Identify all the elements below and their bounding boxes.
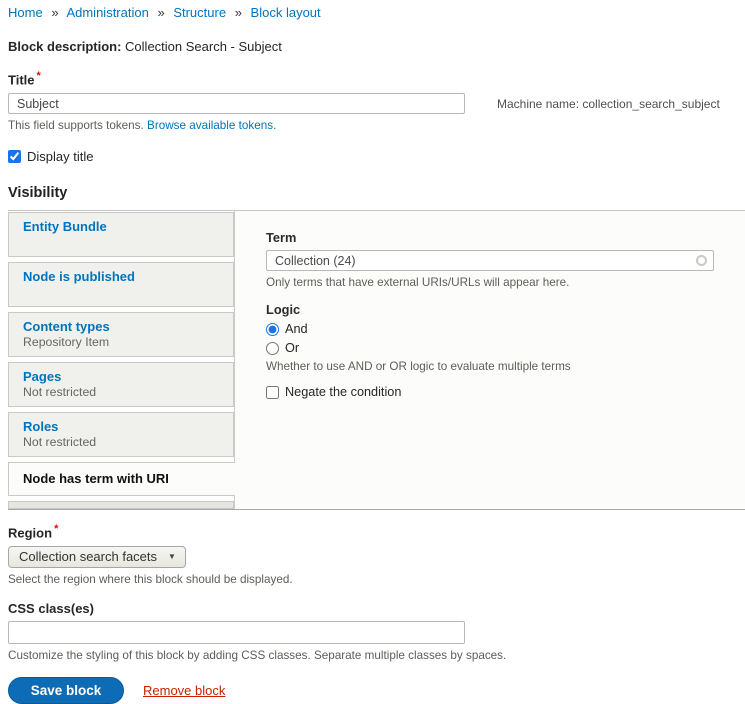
block-description-label: Block description: — [8, 39, 121, 54]
negate-condition-label[interactable]: Negate the condition — [285, 385, 401, 399]
region-description: Select the region where this block shoul… — [8, 573, 737, 586]
css-classes-input[interactable] — [8, 621, 465, 644]
autocomplete-throbber-icon — [696, 255, 707, 266]
tab-summary — [23, 235, 225, 250]
breadcrumb-separator: » — [235, 5, 242, 20]
tab-label: Entity Bundle — [23, 219, 225, 235]
breadcrumb-link-administration[interactable]: Administration — [66, 5, 148, 20]
title-label: Title* — [8, 70, 737, 87]
required-marker: * — [37, 70, 41, 82]
term-autocomplete-input[interactable] — [266, 250, 714, 271]
display-title-checkbox[interactable] — [8, 150, 21, 163]
tab-summary — [23, 285, 225, 300]
save-block-button[interactable]: Save block — [8, 677, 124, 704]
title-description-text: This field supports tokens. — [8, 119, 144, 132]
tab-summary: Repository Item — [23, 335, 225, 350]
tab-node-is-published[interactable]: Node is published — [8, 262, 234, 307]
logic-or-label[interactable]: Or — [285, 341, 299, 355]
tab-pages[interactable]: Pages Not restricted — [8, 362, 234, 407]
logic-or-radio[interactable] — [266, 342, 279, 355]
logic-and-label[interactable]: And — [285, 322, 308, 336]
visibility-tab-panel: Term Only terms that have external URIs/… — [234, 211, 745, 509]
block-description: Block description: Collection Search - S… — [8, 39, 737, 54]
title-description: This field supports tokens. Browse avail… — [8, 119, 737, 132]
negate-row: Negate the condition — [266, 385, 729, 399]
tab-entity-bundle[interactable]: Entity Bundle — [8, 212, 234, 257]
breadcrumb-link-structure[interactable]: Structure — [173, 5, 226, 20]
logic-and-row: And — [266, 322, 729, 336]
tab-content-types[interactable]: Content types Repository Item — [8, 312, 234, 357]
visibility-tabs-menu: Entity Bundle Node is published Content … — [8, 211, 234, 509]
display-title-row: Display title — [8, 149, 737, 164]
logic-and-radio[interactable] — [266, 323, 279, 336]
display-title-label[interactable]: Display title — [27, 149, 93, 164]
region-label-text: Region — [8, 526, 52, 541]
breadcrumb-link-home[interactable]: Home — [8, 5, 43, 20]
tab-label: Content types — [23, 319, 225, 335]
css-classes-description: Customize the styling of this block by a… — [8, 649, 737, 662]
tab-roles[interactable]: Roles Not restricted — [8, 412, 234, 457]
logic-or-row: Or — [266, 341, 729, 355]
block-description-value: Collection Search - Subject — [125, 39, 282, 54]
machine-name-text: Machine name: collection_search_subject — [497, 97, 720, 111]
region-select[interactable]: Collection search facets ▼ — [8, 546, 186, 568]
logic-description: Whether to use AND or OR logic to evalua… — [266, 360, 729, 373]
term-label: Term — [266, 230, 729, 245]
chevron-down-icon: ▼ — [168, 552, 176, 561]
tab-label: Roles — [23, 419, 225, 435]
css-classes-label: CSS class(es) — [8, 601, 737, 616]
title-label-text: Title — [8, 72, 35, 87]
tab-label: Node is published — [23, 269, 225, 285]
tab-summary: Not restricted — [23, 435, 225, 450]
region-label: Region* — [8, 523, 737, 540]
breadcrumb-separator: » — [51, 5, 58, 20]
remove-block-link[interactable]: Remove block — [143, 683, 225, 698]
breadcrumb-separator: » — [157, 5, 164, 20]
required-marker: * — [54, 523, 58, 535]
region-select-value: Collection search facets — [19, 549, 157, 564]
tab-label: Pages — [23, 369, 225, 385]
logic-label: Logic — [266, 302, 729, 317]
form-actions: Save block Remove block — [8, 677, 737, 704]
tab-summary: Not restricted — [23, 385, 225, 400]
visibility-vertical-tabs: Entity Bundle Node is published Content … — [8, 210, 745, 510]
tab-clipped[interactable] — [8, 501, 234, 509]
breadcrumb: Home » Administration » Structure » Bloc… — [8, 5, 737, 20]
negate-condition-checkbox[interactable] — [266, 386, 279, 399]
visibility-heading: Visibility — [8, 185, 737, 201]
term-description: Only terms that have external URIs/URLs … — [266, 276, 729, 289]
tab-node-has-term-with-uri[interactable]: Node has term with URI — [8, 462, 235, 496]
tab-label: Node has term with URI — [23, 471, 227, 487]
breadcrumb-link-block-layout[interactable]: Block layout — [251, 5, 321, 20]
title-input[interactable] — [8, 93, 465, 114]
browse-tokens-link[interactable]: Browse available tokens. — [147, 119, 276, 132]
